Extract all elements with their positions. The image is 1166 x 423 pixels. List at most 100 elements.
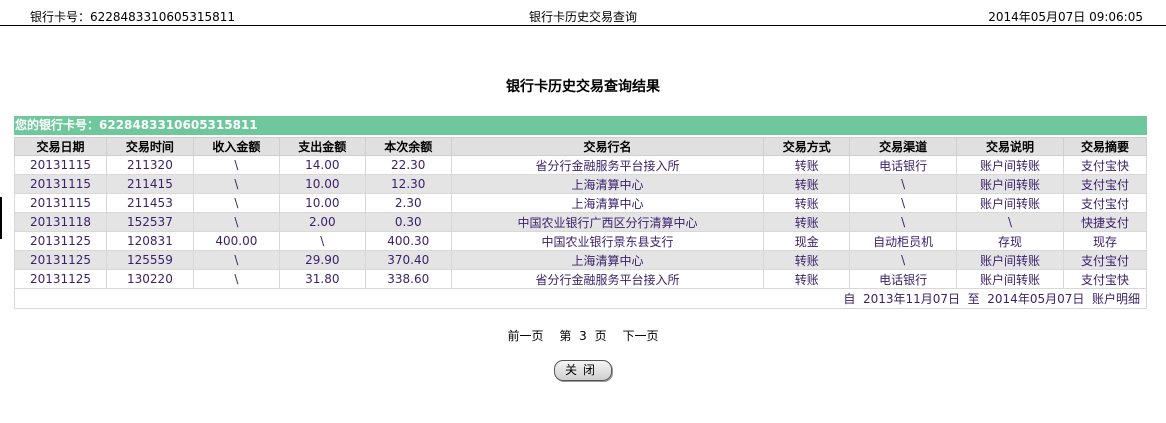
table-cell: 支付宝付 [1063, 193, 1147, 213]
table-cell: 12.30 [364, 174, 452, 194]
table-cell: \ [192, 250, 280, 270]
table-row: 20131115 211320 \ 14.00 22.30 省分行金融服务平台接… [14, 155, 1147, 175]
table-cell: \ [192, 155, 280, 175]
table-cell: 支付宝快 [1063, 269, 1147, 289]
table-cell: 存现 [956, 231, 1064, 251]
table-cell: 2.30 [364, 193, 452, 213]
table-cell: 电话银行 [849, 269, 958, 289]
table-cell: \ [192, 174, 280, 194]
table-cell: 211320 [105, 155, 194, 175]
page-suffix: 页 [594, 329, 607, 343]
table-cell: 152537 [105, 212, 194, 232]
table-row: 20131115 211415 \ 10.00 12.30 上海清算中心 转账 … [14, 174, 1147, 194]
table-cell: 上海清算中心 [450, 193, 765, 213]
table-cell: 账户间转账 [956, 174, 1064, 194]
table-cell: 211415 [105, 174, 194, 194]
table-cell: \ [849, 212, 958, 232]
table-row: 20131118 152537 \ 2.00 0.30 中国农业银行广西区分行清… [14, 212, 1147, 232]
table-cell: 0.30 [364, 212, 452, 232]
pagination: 前一页 第 3 页 下一页 [0, 327, 1166, 344]
column-header: 本次余额 [364, 137, 452, 156]
table-cell: 电话银行 [849, 155, 958, 175]
table-cell: 账户间转账 [956, 250, 1064, 270]
table-cell: 20131115 [14, 155, 107, 175]
table-cell: \ [278, 231, 366, 251]
table-cell: 20131125 [14, 250, 107, 270]
table-cell: 10.00 [278, 174, 366, 194]
column-header: 交易日期 [14, 137, 107, 156]
table-cell: 转账 [763, 212, 851, 232]
next-page-link[interactable]: 下一页 [622, 329, 658, 343]
table-cell: 14.00 [278, 155, 366, 175]
prev-page-link[interactable]: 前一页 [507, 329, 543, 343]
table-cell: 账户间转账 [956, 155, 1064, 175]
date-range-summary: 自 2013年11月07日 至 2014年05月07日 账户明细 [14, 288, 1147, 309]
table-row: 20131125 130220 \ 31.80 338.60 省分行金融服务平台… [14, 269, 1147, 289]
card-banner-text: 您的银行卡号：6228483310605315811 [15, 118, 258, 132]
table-row: 20131125 125559 \ 29.90 370.40 上海清算中心 转账… [14, 250, 1147, 270]
table-cell: 支付宝付 [1063, 174, 1147, 194]
table-cell: 10.00 [278, 193, 366, 213]
table-cell: 370.40 [364, 250, 452, 270]
table-row: 20131115 211453 \ 10.00 2.30 上海清算中心 转账 \… [14, 193, 1147, 213]
table-header-row: 交易日期 交易时间 收入金额 支出金额 本次余额 交易行名 交易方式 交易渠道 … [14, 137, 1147, 156]
transaction-table: 交易日期 交易时间 收入金额 支出金额 本次余额 交易行名 交易方式 交易渠道 … [14, 137, 1147, 309]
page-title: 银行卡历史交易查询结果 [506, 79, 660, 95]
table-cell: 现存 [1063, 231, 1147, 251]
table-cell: 400.30 [364, 231, 452, 251]
page-prefix: 第 [559, 329, 572, 343]
table-cell: 20131115 [14, 174, 107, 194]
column-header: 交易方式 [763, 137, 851, 156]
table-cell: \ [192, 212, 280, 232]
table-cell: 账户间转账 [956, 193, 1064, 213]
table-cell: 20131125 [14, 269, 107, 289]
table-cell: \ [192, 269, 280, 289]
table-cell: 支付宝快 [1063, 155, 1147, 175]
table-cell: 转账 [763, 193, 851, 213]
column-header: 交易摘要 [1063, 137, 1147, 156]
table-cell: 现金 [763, 231, 851, 251]
table-cell: 自动柜员机 [849, 231, 958, 251]
header-divider [0, 25, 1166, 26]
page-indicator: 第 3 页 [559, 329, 610, 343]
column-header: 交易说明 [956, 137, 1064, 156]
column-header: 交易时间 [105, 137, 194, 156]
datetime-label: 2014年05月07日 09:06:05 [988, 10, 1143, 24]
table-cell: 转账 [763, 155, 851, 175]
table-cell: 省分行金融服务平台接入所 [450, 155, 765, 175]
table-cell: 中国农业银行景东县支行 [450, 231, 765, 251]
table-cell: 转账 [763, 269, 851, 289]
column-header: 收入金额 [192, 137, 280, 156]
table-cell: 支付宝付 [1063, 250, 1147, 270]
close-button[interactable]: 关闭 [554, 360, 612, 381]
table-cell: \ [849, 174, 958, 194]
table-cell: 130220 [105, 269, 194, 289]
table-cell: 上海清算中心 [450, 174, 765, 194]
page-number: 3 [579, 329, 587, 343]
table-cell: 省分行金融服务平台接入所 [450, 269, 765, 289]
column-header: 支出金额 [278, 137, 366, 156]
table-cell: 400.00 [192, 231, 280, 251]
table-cell: 快捷支付 [1063, 212, 1147, 232]
table-cell: \ [192, 193, 280, 213]
table-cell: 338.60 [364, 269, 452, 289]
top-bar: 银行卡号：6228483310605315811 银行卡历史交易查询 2014年… [0, 0, 1166, 28]
table-cell: 转账 [763, 250, 851, 270]
table-row: 20131125 120831 400.00 \ 400.30 中国农业银行景东… [14, 231, 1147, 251]
table-cell: 账户间转账 [956, 269, 1064, 289]
column-header: 交易渠道 [849, 137, 958, 156]
table-cell: 20131118 [14, 212, 107, 232]
column-header: 交易行名 [450, 137, 765, 156]
table-cell: \ [849, 193, 958, 213]
table-cell: 20131115 [14, 193, 107, 213]
table-cell: 上海清算中心 [450, 250, 765, 270]
table-cell: 29.90 [278, 250, 366, 270]
card-banner: 您的银行卡号：6228483310605315811 [14, 116, 1147, 135]
table-cell: 31.80 [278, 269, 366, 289]
table-cell: 22.30 [364, 155, 452, 175]
table-cell: 转账 [763, 174, 851, 194]
table-cell: \ [956, 212, 1064, 232]
table-cell: 211453 [105, 193, 194, 213]
table-cell: 20131125 [14, 231, 107, 251]
table-cell: 中国农业银行广西区分行清算中心 [450, 212, 765, 232]
